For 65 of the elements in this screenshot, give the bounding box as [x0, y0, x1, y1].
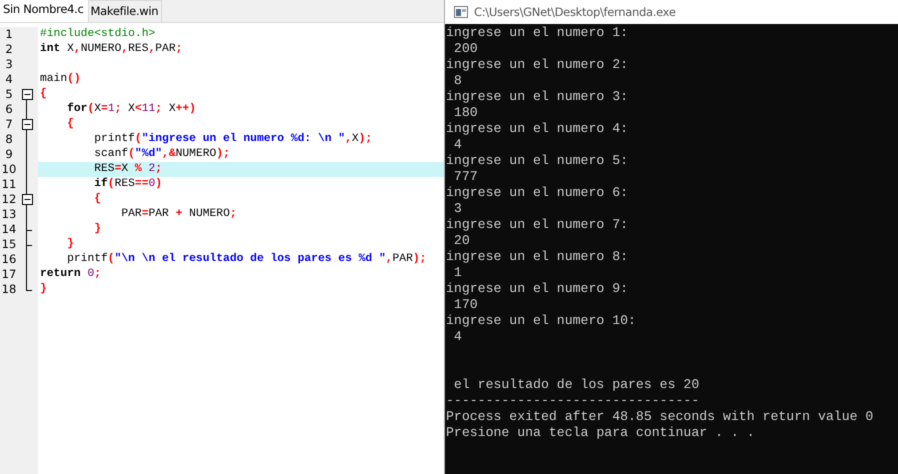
- code-line: return 0;: [39, 267, 102, 282]
- console-prompt: ingrese un el numero 2:: [446, 57, 630, 73]
- console-result: el resultado de los pares es 20: [452, 377, 700, 393]
- console-prompt: ingrese un el numero 10:: [446, 313, 637, 329]
- console-message: Presione una tecla para continuar . . .: [446, 425, 756, 441]
- console-prompt: ingrese un el numero 3:: [446, 89, 630, 105]
- typed-number: 8: [452, 73, 463, 89]
- console-prompt: ingrese un el numero 7:: [446, 217, 630, 233]
- code-line: for(X=1; X<11; X++): [66, 102, 197, 117]
- line-number: 3: [4, 57, 14, 72]
- code-line: }: [93, 222, 102, 237]
- file-tab[interactable]: Makefile.win: [88, 0, 162, 22]
- console-message: Process exited after 48.85 seconds with return value 0: [446, 409, 874, 425]
- typed-number: 3: [452, 201, 463, 217]
- code-line: PAR=PAR + NUMERO;: [120, 207, 238, 222]
- line-number: 17: [0, 267, 18, 282]
- code-line: {: [39, 87, 48, 102]
- line-number: 7: [4, 117, 14, 132]
- code-line: int X,NUMERO,RES,PAR;: [39, 42, 184, 57]
- code-line: }: [39, 282, 48, 297]
- typed-number: 180: [452, 105, 479, 121]
- console-window-title: C:\Users\GNet\Desktop\fernanda.exe: [474, 5, 676, 19]
- console-prompt: ingrese un el numero 4:: [446, 121, 630, 137]
- line-number: 8: [4, 132, 14, 147]
- collapse-icon[interactable]: [22, 194, 32, 205]
- line-number: 1: [4, 27, 14, 42]
- code-line: printf("ingrese un el numero %d: \n ",X);: [93, 132, 374, 147]
- line-number: 11: [0, 177, 18, 192]
- line-number: 14: [0, 222, 18, 237]
- code-line: {: [93, 192, 102, 207]
- console-prompt: ingrese un el numero 5:: [446, 153, 630, 169]
- code-line: main(): [39, 72, 82, 87]
- line-number: 13: [0, 207, 18, 222]
- typed-number: 4: [452, 329, 463, 345]
- console-app-icon: [454, 6, 468, 18]
- line-number: 18: [0, 282, 18, 297]
- line-number: 10: [0, 162, 18, 177]
- line-number: 16: [0, 252, 18, 267]
- code-line: }: [66, 237, 75, 252]
- code-line: #include<stdio.h>: [39, 27, 156, 42]
- collapse-icon[interactable]: [22, 119, 32, 130]
- code-line: scanf("%d",&NUMERO);: [93, 147, 231, 162]
- line-number: 2: [4, 42, 14, 57]
- file-tab[interactable]: Sin Nombre4.c: [0, 0, 88, 22]
- typed-number: 200: [452, 41, 479, 57]
- typed-number: 20: [452, 233, 471, 249]
- line-number: 12: [0, 192, 18, 207]
- code-line: printf("\n \n el resultado de los pares es %d ",PAR);: [66, 252, 428, 267]
- typed-number: 4: [452, 137, 463, 153]
- console-separator: --------------------------------: [446, 393, 700, 409]
- line-number: 4: [4, 72, 14, 87]
- typed-number: 170: [452, 297, 479, 313]
- code-line: {: [66, 117, 75, 132]
- line-number: 9: [4, 147, 14, 162]
- line-number: 5: [4, 87, 14, 102]
- console-prompt: ingrese un el numero 9:: [446, 281, 630, 297]
- console-prompt: ingrese un el numero 6:: [446, 185, 630, 201]
- line-number: 6: [4, 102, 14, 117]
- console-prompt: ingrese un el numero 8:: [446, 249, 630, 265]
- collapse-icon[interactable]: [22, 89, 32, 100]
- code-line: if(RES==0): [93, 177, 164, 192]
- typed-number: 777: [452, 169, 479, 185]
- line-number: 15: [0, 237, 18, 252]
- typed-number: 1: [452, 265, 463, 281]
- console-prompt: ingrese un el numero 1:: [446, 25, 630, 41]
